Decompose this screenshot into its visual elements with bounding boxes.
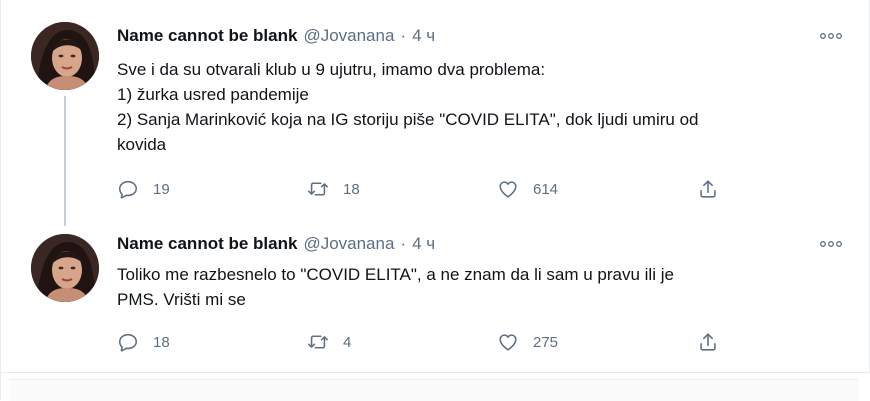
timeline: Name cannot be blank @Jovanana · 4 ч Sve… — [0, 0, 870, 401]
profile-photo-icon — [31, 234, 99, 302]
user-handle[interactable]: @Jovanana — [303, 234, 394, 254]
more-options-glyph — [820, 33, 842, 39]
tweet-text-line: kovida — [117, 135, 167, 154]
timeline-divider — [1, 372, 870, 401]
reply-icon — [118, 333, 138, 352]
more-options-icon[interactable] — [819, 26, 843, 46]
next-item-placeholder — [9, 379, 859, 401]
tweet-text-line: PMS. Vrišti mi se — [117, 290, 246, 309]
separator: · — [400, 234, 407, 253]
share-icon — [700, 333, 716, 351]
reply-count: 19 — [153, 180, 170, 198]
like-count: 275 — [533, 333, 559, 351]
timestamp[interactable]: 4 ч — [412, 26, 435, 46]
heart-icon — [499, 181, 517, 198]
tweet-text-line: 1) žurka usred pandemije — [117, 85, 309, 104]
like-count: 614 — [533, 180, 559, 198]
like-button[interactable]: 614 — [497, 177, 558, 201]
share-button[interactable] — [697, 330, 719, 354]
reply-count: 18 — [153, 333, 170, 351]
share-icon — [700, 180, 716, 198]
timestamp[interactable]: 4 ч — [412, 234, 435, 254]
reply-button[interactable]: 19 — [117, 177, 170, 201]
display-name[interactable]: Name cannot be blank — [117, 26, 297, 46]
retweet-count: 18 — [343, 180, 360, 198]
tweet-text: Toliko me razbesnelo to "COVID ELITA", a… — [117, 262, 857, 312]
avatar[interactable] — [31, 22, 99, 90]
tweet-header: Name cannot be blank @Jovanana · 4 ч — [117, 24, 435, 48]
more-options-icon[interactable] — [819, 234, 843, 254]
reply-button[interactable]: 18 — [117, 330, 170, 354]
profile-photo-icon — [31, 22, 99, 90]
retweet-button[interactable]: 18 — [307, 177, 360, 201]
retweet-count: 4 — [343, 333, 352, 351]
tweet[interactable]: Name cannot be blank @Jovanana · 4 ч Sve… — [1, 0, 870, 226]
tweet-header: Name cannot be blank @Jovanana · 4 ч — [117, 232, 435, 256]
tweet-text: Sve i da su otvarali klub u 9 ujutru, im… — [117, 57, 857, 157]
more-options-glyph — [820, 241, 842, 247]
retweet-icon — [308, 335, 328, 349]
tweet-actions: 18 4 275 — [117, 330, 727, 354]
tweet-text-line: Toliko me razbesnelo to "COVID ELITA", a… — [117, 265, 674, 284]
heart-icon — [499, 334, 517, 351]
tweet-actions: 19 18 614 — [117, 177, 727, 201]
user-handle[interactable]: @Jovanana — [303, 26, 394, 46]
share-button[interactable] — [697, 177, 719, 201]
retweet-icon — [308, 182, 328, 196]
tweet-text-line: Sve i da su otvarali klub u 9 ujutru, im… — [117, 60, 546, 79]
avatar[interactable] — [31, 234, 99, 302]
like-button[interactable]: 275 — [497, 330, 558, 354]
thread-connector — [64, 96, 66, 226]
tweet-text-line: 2) Sanja Marinković koja na IG storiju p… — [117, 110, 699, 129]
tweet[interactable]: Name cannot be blank @Jovanana · 4 ч Tol… — [1, 220, 870, 372]
reply-icon — [118, 180, 138, 199]
separator: · — [400, 26, 407, 45]
retweet-button[interactable]: 4 — [307, 330, 351, 354]
display-name[interactable]: Name cannot be blank — [117, 234, 297, 254]
